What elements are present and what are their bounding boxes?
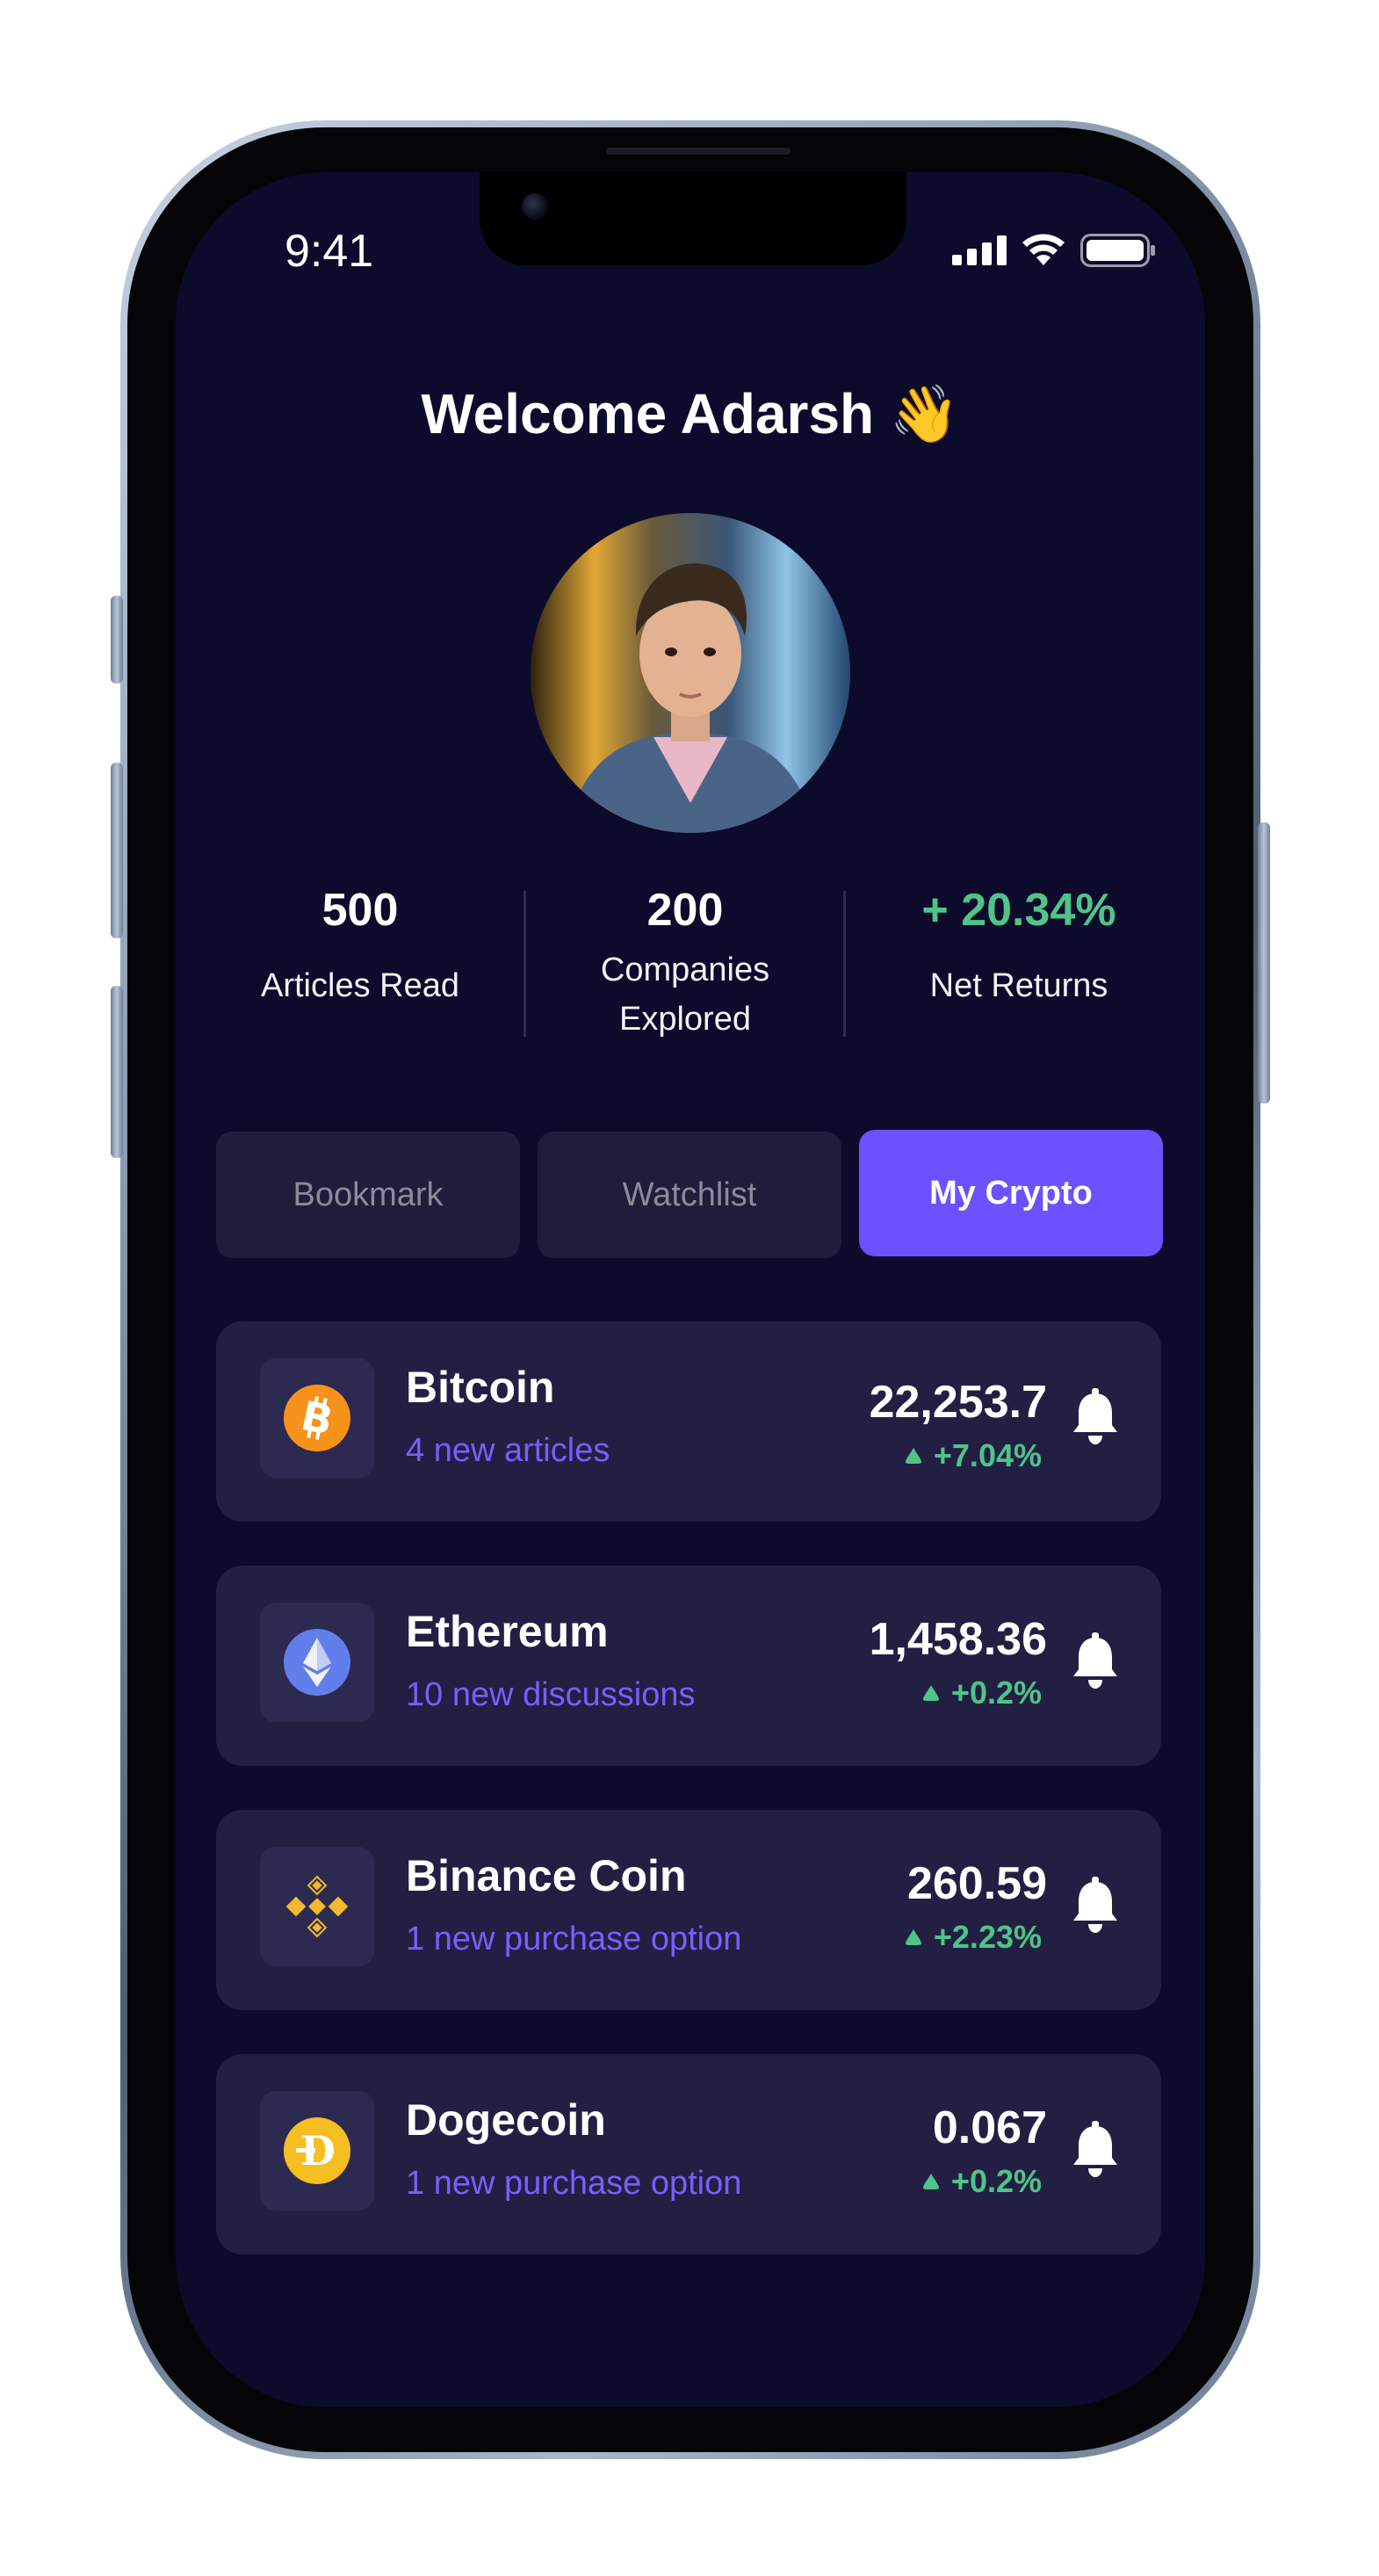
stat-net-returns: + 20.34% Net Returns <box>878 884 1159 1010</box>
coin-price: 1,458.36 <box>869 1614 1047 1665</box>
coin-name: Dogecoin <box>406 2095 606 2145</box>
bell-icon[interactable] <box>1072 1388 1119 1446</box>
coin-change: +2.23% <box>904 1919 1042 1956</box>
stat-value: 500 <box>321 885 399 936</box>
coin-change-value: +2.23% <box>933 1919 1042 1955</box>
battery-icon <box>1080 234 1155 267</box>
tab-watchlist[interactable]: Watchlist <box>538 1132 841 1258</box>
avatar[interactable] <box>531 513 850 833</box>
status-icons <box>952 234 1156 267</box>
coin-icon-box: D <box>260 2091 374 2211</box>
power-button <box>1258 822 1270 1103</box>
stat-label: Companies Explored <box>600 952 770 1038</box>
up-arrow-icon <box>922 2174 939 2189</box>
coin-name: Bitcoin <box>406 1363 555 1412</box>
tab-my-crypto[interactable]: My Crypto <box>859 1130 1163 1256</box>
bell-icon[interactable] <box>1072 1877 1119 1935</box>
stat-companies-explored: 200 Companies Explored <box>553 884 817 1044</box>
stat-articles-read: 500 Articles Read <box>228 884 492 1010</box>
coin-price: 22,253.7 <box>869 1377 1047 1428</box>
mute-switch <box>111 596 123 684</box>
coin-icon-box: B <box>260 1358 374 1478</box>
up-arrow-icon <box>905 1929 921 1945</box>
notch <box>480 172 906 265</box>
app-screen: 9:41 Welcome Adarsh 👋 500 Articles Read … <box>176 172 1205 2407</box>
tab-bookmark[interactable]: Bookmark <box>216 1132 520 1258</box>
coin-subtitle[interactable]: 4 new articles <box>406 1432 610 1470</box>
coin-card-binance[interactable]: Binance Coin 1 new purchase option 260.5… <box>216 1810 1161 2010</box>
coin-icon-box <box>260 1847 374 1966</box>
stat-divider <box>523 891 526 1037</box>
coin-change: +7.04% <box>904 1437 1042 1474</box>
stat-value: 200 <box>646 885 724 936</box>
dogecoin-icon: D <box>284 2117 350 2184</box>
coin-subtitle[interactable]: 10 new discussions <box>406 1676 696 1714</box>
coin-card-bitcoin[interactable]: B Bitcoin 4 new articles 22,253.7 +7.04% <box>216 1321 1161 1522</box>
coin-name: Ethereum <box>406 1607 609 1656</box>
up-arrow-icon <box>922 1685 939 1701</box>
coin-card-ethereum[interactable]: Ethereum 10 new discussions 1,458.36 +0.… <box>216 1566 1161 1766</box>
coin-subtitle[interactable]: 1 new purchase option <box>406 2165 741 2203</box>
coin-name: Binance Coin <box>406 1851 687 1900</box>
stat-label: Articles Read <box>261 967 459 1004</box>
volume-up-button <box>111 763 123 938</box>
coin-change-value: +0.2% <box>950 1675 1042 1711</box>
volume-down-button <box>111 986 123 1158</box>
status-time: 9:41 <box>285 226 374 277</box>
coin-card-dogecoin[interactable]: D Dogecoin 1 new purchase option 0.067 +… <box>216 2054 1161 2254</box>
bell-icon[interactable] <box>1072 1632 1119 1690</box>
up-arrow-icon <box>905 1448 921 1464</box>
coin-change-value: +7.04% <box>933 1437 1042 1473</box>
welcome-title: Welcome Adarsh 👋 <box>421 382 960 445</box>
speaker-grille <box>606 148 791 155</box>
avatar-portrait <box>531 513 850 833</box>
signal-icon <box>952 235 1007 265</box>
coin-price: 260.59 <box>906 1858 1047 1909</box>
coin-icon-box <box>260 1603 374 1722</box>
bell-icon[interactable] <box>1072 2121 1119 2179</box>
coin-price: 0.067 <box>932 2102 1047 2153</box>
binance-icon <box>285 1875 349 1938</box>
ethereum-icon <box>284 1629 350 1696</box>
stat-divider <box>843 891 846 1037</box>
coin-change: +0.2% <box>921 1675 1042 1711</box>
coin-subtitle[interactable]: 1 new purchase option <box>406 1921 741 1958</box>
bitcoin-icon: B <box>284 1385 350 1451</box>
coin-change-value: +0.2% <box>950 2163 1042 2199</box>
front-camera <box>522 193 548 220</box>
stat-value: + 20.34% <box>921 885 1116 936</box>
coin-change: +0.2% <box>921 2163 1042 2200</box>
wifi-icon <box>1022 234 1065 265</box>
stat-label: Net Returns <box>929 967 1108 1004</box>
